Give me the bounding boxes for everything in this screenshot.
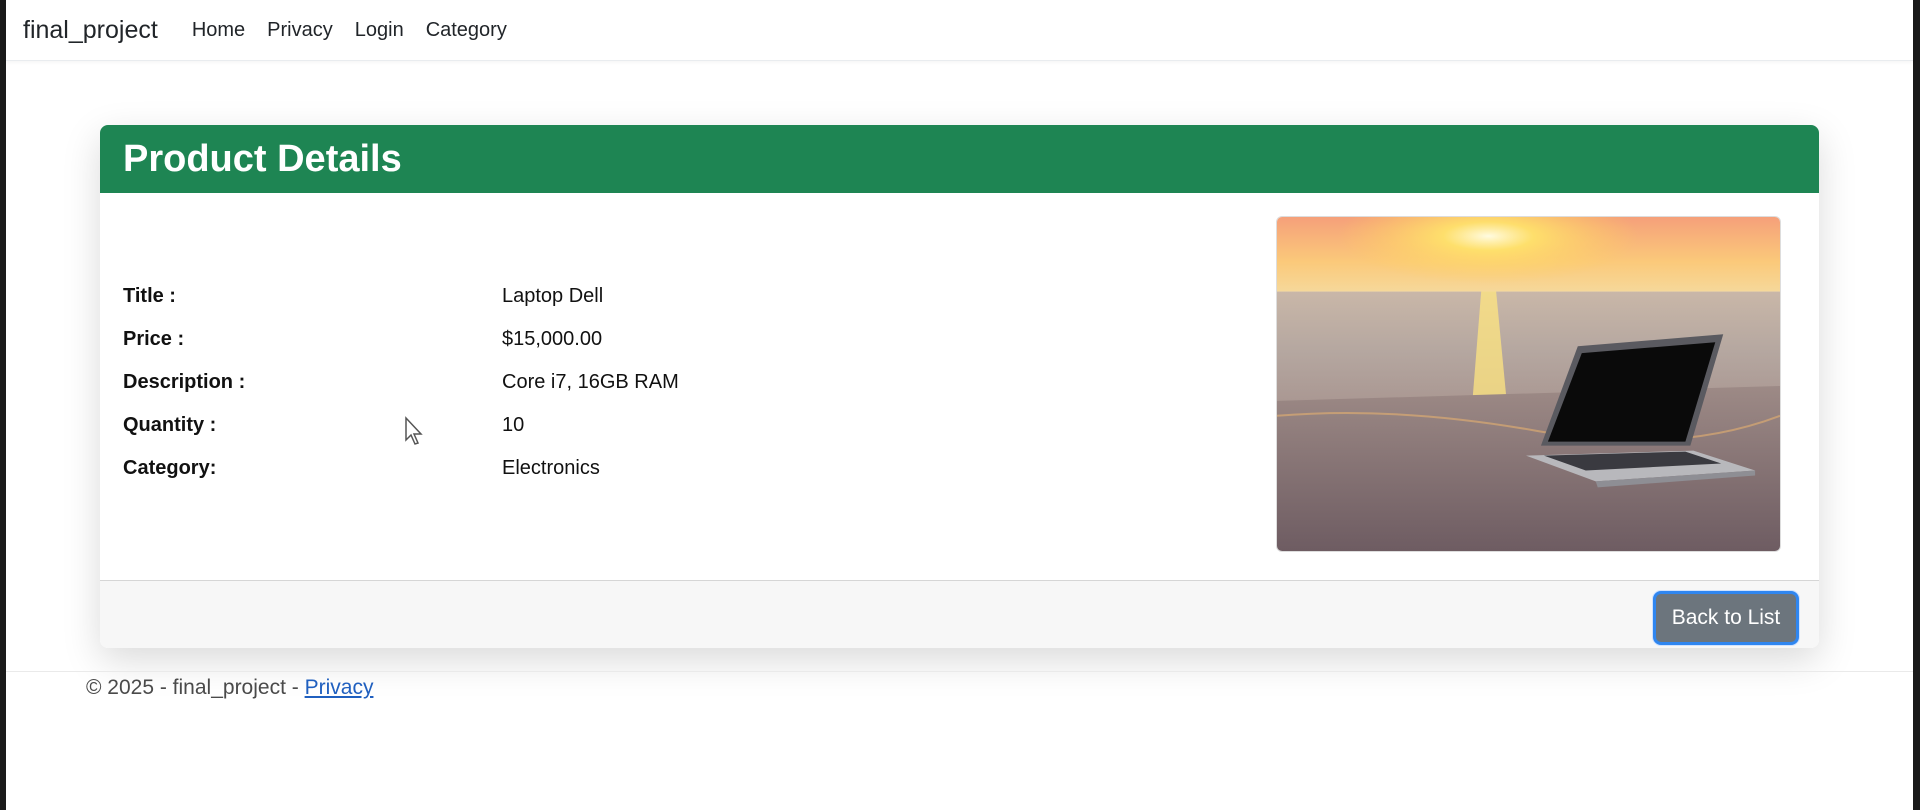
nav-privacy[interactable]: Privacy [267,19,333,42]
product-image [1276,216,1781,552]
field-price: Price : $15,000.00 [123,318,679,361]
field-value: Core i7, 16GB RAM [502,371,679,393]
back-to-list-button[interactable]: Back to List [1653,591,1799,645]
field-label: Category: [123,457,217,479]
field-label: Title : [123,285,176,307]
field-title: Title : Laptop Dell [123,275,679,318]
card-footer: Back to List [100,580,1819,648]
footer-privacy-link[interactable]: Privacy [305,676,374,699]
copyright-text: © 2025 - final_project - [86,676,305,699]
field-value: 10 [502,414,525,436]
field-label: Price : [123,328,185,350]
field-label: Quantity : [123,414,217,436]
nav-login[interactable]: Login [355,19,404,42]
page-footer: © 2025 - final_project - Privacy [6,671,1913,711]
details-list: Title : Laptop Dell Price : $15,000.00 D… [123,275,679,490]
field-description: Description : Core i7, 16GB RAM [123,361,679,404]
window-edge-right [1913,0,1920,810]
field-quantity: Quantity : 10 [123,404,679,447]
field-label: Description : [123,371,246,393]
page-title: Product Details [123,137,402,180]
top-navbar: final_project Home Privacy Login Categor… [6,0,1913,61]
field-value: Laptop Dell [502,285,604,307]
brand-link[interactable]: final_project [23,16,158,45]
nav-category[interactable]: Category [426,19,507,42]
product-details-card: Product Details Title : Laptop Dell Pric… [100,125,1819,648]
nav-home[interactable]: Home [192,19,245,42]
field-value: $15,000.00 [502,328,603,350]
footer-text: © 2025 - final_project - Privacy [86,676,373,700]
card-body: Title : Laptop Dell Price : $15,000.00 D… [100,193,1819,580]
field-value: Electronics [502,457,600,479]
mouse-pointer-icon [405,416,423,445]
laptop-on-beach-photo [1277,217,1780,551]
card-header: Product Details [100,125,1819,193]
nav-links: Home Privacy Login Category [192,19,529,42]
field-category: Category: Electronics [123,447,679,490]
